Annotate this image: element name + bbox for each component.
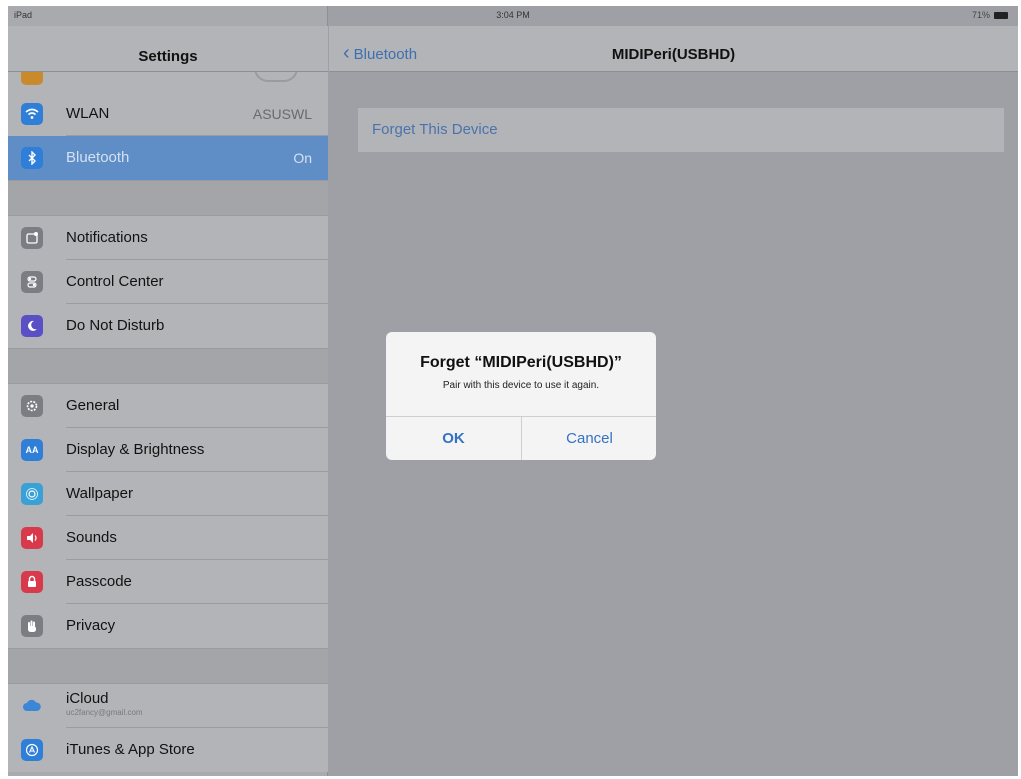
sidebar-item-display-brightness[interactable]: AA Display & Brightness xyxy=(8,428,328,472)
forget-device-button[interactable]: Forget This Device xyxy=(358,108,1004,152)
sidebar-item-label: Display & Brightness xyxy=(66,441,205,458)
speaker-icon xyxy=(21,527,43,549)
forget-device-alert: Forget “MIDIPeri(USBHD)” Pair with this … xyxy=(386,332,656,460)
battery-status: 71% xyxy=(972,10,1008,20)
battery-percent: 71% xyxy=(971,10,990,20)
ipad-screen: iPad 3:04 PM 71% Settings WLAN ASUSWL Bl… xyxy=(8,6,1018,776)
sidebar-item-do-not-disturb[interactable]: Do Not Disturb xyxy=(8,304,328,348)
airplane-icon xyxy=(21,72,43,85)
sidebar-item-wallpaper[interactable]: Wallpaper xyxy=(8,472,328,516)
display-icon: AA xyxy=(21,439,43,461)
sidebar-item-partial[interactable] xyxy=(8,72,328,92)
sidebar-item-label: Control Center xyxy=(66,273,164,290)
sidebar-item-general[interactable]: General xyxy=(8,384,328,428)
sidebar-item-label: Privacy xyxy=(66,617,116,634)
wlan-network-value: ASUSWL xyxy=(252,106,312,122)
sidebar-item-passcode[interactable]: Passcode xyxy=(8,560,328,604)
status-bar: iPad 3:04 PM 71% xyxy=(8,6,1018,26)
sidebar-item-label: Bluetooth xyxy=(66,149,130,166)
forget-device-label: Forget This Device xyxy=(372,121,498,138)
wifi-icon xyxy=(21,103,43,125)
page-title: MIDIPeri(USBHD) xyxy=(611,46,736,63)
sidebar-item-icloud[interactable]: iCloud uc2fancy@gmail.com xyxy=(8,684,328,728)
bluetooth-status-value: On xyxy=(293,150,312,166)
sidebar-item-wlan[interactable]: WLAN ASUSWL xyxy=(8,92,328,136)
section-gap xyxy=(8,348,328,384)
sidebar-item-bluetooth[interactable]: Bluetooth On xyxy=(8,136,328,180)
wallpaper-icon xyxy=(21,483,43,505)
section-gap xyxy=(8,180,328,216)
cancel-button[interactable]: Cancel xyxy=(522,416,656,460)
cloud-icon xyxy=(21,695,43,717)
sidebar-title: Settings xyxy=(8,26,328,72)
alert-message: Pair with this device to use it again. xyxy=(442,380,600,391)
sidebar-item-label: Notifications xyxy=(66,229,148,246)
gear-icon xyxy=(21,395,43,417)
control-center-icon xyxy=(21,271,43,293)
notifications-icon xyxy=(21,227,43,249)
detail-nav-bar: ‹ Bluetooth MIDIPeri(USBHD) xyxy=(329,26,1018,72)
sidebar-item-label: Do Not Disturb xyxy=(66,317,165,334)
sidebar-item-notifications[interactable]: Notifications xyxy=(8,216,328,260)
hand-icon xyxy=(21,615,43,637)
clock: 3:04 PM xyxy=(496,10,530,20)
icloud-account-email: uc2fancy@gmail.com xyxy=(66,708,143,717)
bluetooth-icon xyxy=(21,147,43,169)
sidebar-item-itunes-app-store[interactable]: iTunes & App Store xyxy=(8,728,328,772)
moon-icon xyxy=(21,315,43,337)
sidebar-item-label: iCloud xyxy=(66,690,109,707)
airplane-toggle[interactable] xyxy=(254,72,298,82)
settings-sidebar: Settings WLAN ASUSWL Bluetooth On Notifi… xyxy=(8,6,328,776)
sidebar-item-label: Passcode xyxy=(66,573,132,590)
battery-icon xyxy=(994,11,1008,19)
sidebar-item-privacy[interactable]: Privacy xyxy=(8,604,328,648)
sidebar-item-control-center[interactable]: Control Center xyxy=(8,260,328,304)
sidebar-item-sounds[interactable]: Sounds xyxy=(8,516,328,560)
sidebar-item-label: Sounds xyxy=(66,529,117,546)
alert-title: Forget “MIDIPeri(USBHD)” xyxy=(420,354,622,371)
app-store-icon xyxy=(21,739,43,761)
sidebar-item-label: Wallpaper xyxy=(66,485,133,502)
sidebar-item-label: WLAN xyxy=(66,105,110,122)
sidebar-item-label: General xyxy=(66,397,120,414)
lock-icon xyxy=(21,571,43,593)
sidebar-item-label: iTunes & App Store xyxy=(66,741,195,758)
section-gap xyxy=(8,648,328,684)
ok-button[interactable]: OK xyxy=(386,416,521,460)
